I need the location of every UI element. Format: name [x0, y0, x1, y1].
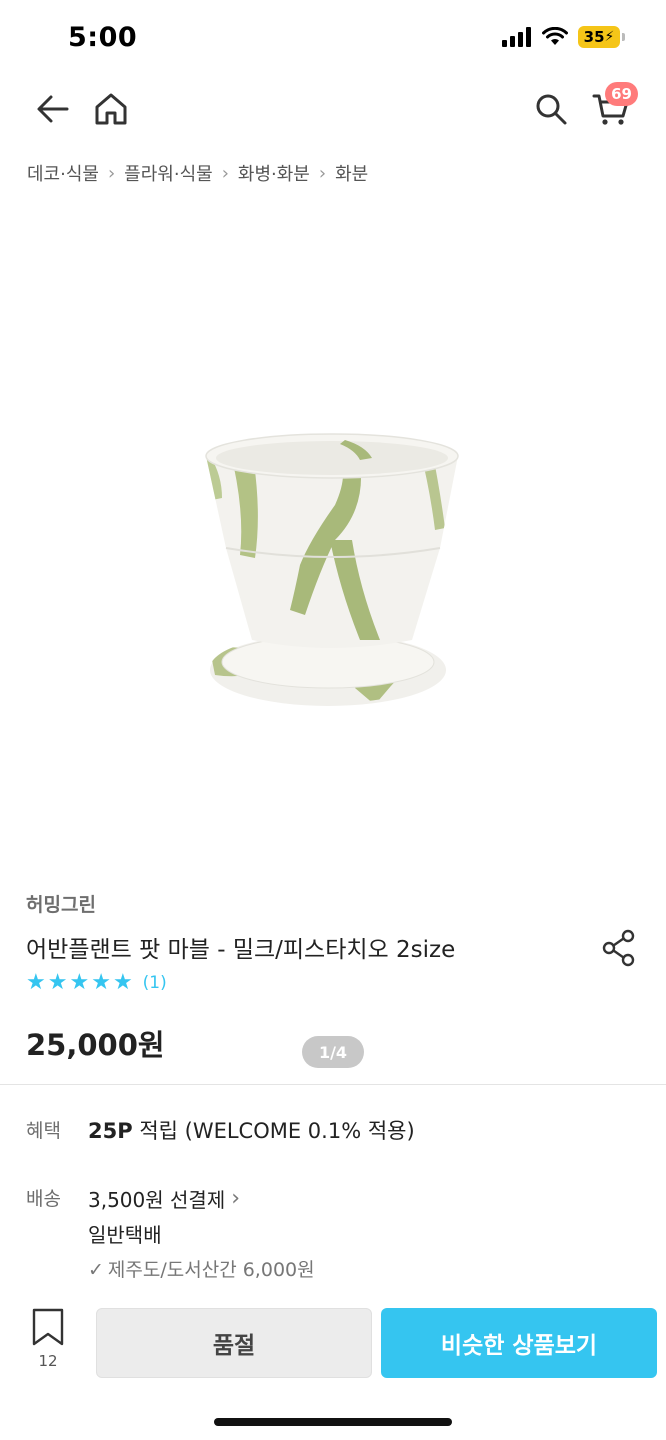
bookmark-count: 12 [38, 1352, 58, 1370]
status-icons: 35 ⚡ [502, 26, 625, 48]
breadcrumb-item-flower[interactable]: 플라워·식물 [124, 160, 213, 186]
star-icon: ★ [91, 970, 111, 995]
chevron-right-icon: › [318, 162, 327, 184]
soldout-button[interactable]: 품절 [96, 1308, 372, 1378]
nav-bar: 69 [0, 80, 666, 136]
cart-count-badge: 69 [605, 82, 638, 106]
breadcrumb-item-pot[interactable]: 화분 [335, 160, 368, 186]
battery-level: 35 [583, 28, 605, 46]
star-icon: ★ [69, 970, 90, 995]
search-button[interactable] [526, 84, 576, 134]
cellular-signal-icon [502, 27, 531, 47]
chevron-right-icon: › [221, 162, 229, 184]
product-photo-marble-pot [205, 433, 459, 706]
share-icon [602, 929, 635, 967]
cart-button[interactable]: 69 [586, 82, 638, 134]
arrow-left-icon [37, 95, 69, 123]
star-icon: ★ [47, 970, 68, 995]
product-image-carousel[interactable]: 1/4 [0, 210, 666, 1068]
benefit-text: 적립 (WELCOME 0.1% 적용) [139, 1119, 415, 1143]
similar-products-button[interactable]: 비슷한 상품보기 [381, 1308, 657, 1378]
bookmark-button[interactable]: 12 [24, 1308, 72, 1380]
benefit-label: 혜택 [26, 1120, 61, 1142]
star-icon: ★ [112, 970, 133, 995]
divider [0, 1084, 666, 1085]
chevron-right-icon: › [231, 1186, 241, 1211]
breadcrumb-item-vase[interactable]: 화병·화분 [238, 160, 310, 186]
image-counter: 1/4 [302, 1036, 364, 1068]
review-count-link[interactable]: (1) [143, 973, 167, 993]
shipping-extra: ✓ 제주도/도서산간 6,000원 [88, 1255, 315, 1282]
price: 25,000원 [26, 1028, 165, 1062]
benefit-value: 25P 적립 (WELCOME 0.1% 적용) [88, 1115, 415, 1145]
search-icon [536, 94, 567, 125]
home-indicator [214, 1418, 452, 1426]
shipping-fee-text: 3,500원 선결제 [88, 1188, 226, 1212]
chevron-right-icon: › [107, 162, 116, 184]
shipping-label: 배송 [26, 1188, 61, 1210]
breadcrumb: 데코·식물 › 플라워·식물 › 화병·화분 › 화분 [27, 160, 368, 186]
share-button[interactable] [600, 928, 640, 968]
breadcrumb-item-deco[interactable]: 데코·식물 [27, 160, 99, 186]
status-time: 5:00 [68, 22, 138, 53]
status-bar: 5:00 35 ⚡ [0, 0, 666, 76]
shipping-type: 일반택배 [88, 1223, 162, 1247]
bottom-action-bar: 12 품절 비슷한 상품보기 [0, 1296, 666, 1400]
brand-name[interactable]: 허밍그린 [26, 890, 96, 917]
bookmark-icon [32, 1308, 64, 1346]
back-button[interactable] [28, 84, 78, 134]
star-rating: ★ ★ ★ ★ ★ [26, 972, 133, 994]
benefit-points: 25P [88, 1119, 133, 1143]
charging-bolt-icon: ⚡ [604, 29, 615, 45]
product-title: 어반플랜트 팟 마블 - 밀크/피스타치오 2size [26, 937, 456, 963]
home-button[interactable] [86, 84, 136, 134]
battery-icon: 35 ⚡ [578, 26, 625, 48]
rating: ★ ★ ★ ★ ★ (1) [26, 972, 167, 994]
star-icon: ★ [26, 970, 46, 995]
check-icon: ✓ [88, 1259, 104, 1281]
shipping-fee-link[interactable]: 3,500원 선결제 › [88, 1184, 240, 1213]
home-icon [95, 93, 127, 125]
shipping-extra-text: 제주도/도서산간 6,000원 [107, 1259, 315, 1281]
wifi-icon [542, 27, 568, 45]
